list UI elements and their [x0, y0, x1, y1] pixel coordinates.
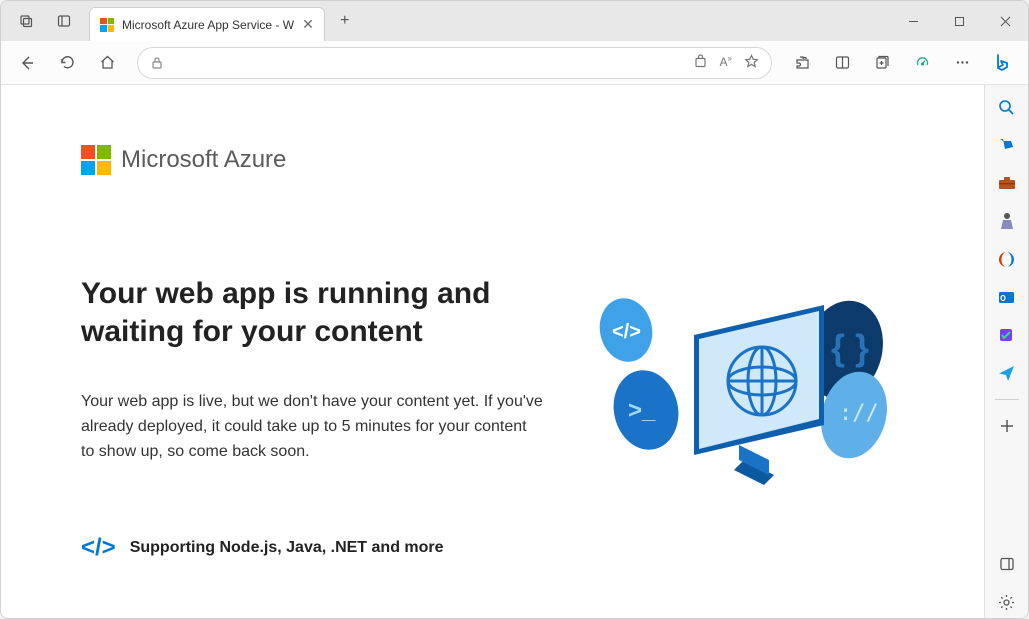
sidebar-settings-icon[interactable]: [991, 586, 1023, 618]
svg-text:://: ://: [839, 401, 879, 426]
sidebar-feedback-icon[interactable]: [991, 319, 1023, 351]
sidebar-hide-icon[interactable]: [991, 548, 1023, 580]
refresh-button[interactable]: [49, 45, 85, 81]
tab-title: Microsoft Azure App Service - W: [122, 18, 294, 32]
page-description: Your web app is live, but we don't have …: [81, 390, 544, 464]
page-content: Microsoft Azure Your web app is running …: [1, 85, 984, 618]
sidebar-tools-icon[interactable]: [991, 167, 1023, 199]
brand-name: Microsoft Azure: [121, 146, 286, 174]
edge-sidebar: [984, 85, 1028, 618]
back-button[interactable]: [9, 45, 45, 81]
lock-icon: [150, 56, 164, 70]
browser-tab[interactable]: Microsoft Azure App Service - W ✕: [89, 7, 325, 41]
tab-actions-icon[interactable]: [9, 4, 43, 38]
maximize-button[interactable]: [936, 1, 982, 41]
svg-text:>_: >_: [628, 397, 656, 424]
support-line: </> Supporting Node.js, Java, .NET and m…: [81, 534, 544, 562]
close-window-button[interactable]: [982, 1, 1028, 41]
code-icon: </>: [81, 534, 116, 562]
page-heading: Your web app is running and waiting for …: [81, 275, 544, 350]
read-aloud-icon[interactable]: A»: [720, 54, 732, 72]
sidebar-office-icon[interactable]: [991, 243, 1023, 275]
extensions-icon[interactable]: [784, 45, 820, 81]
svg-text:{ }: { }: [831, 327, 869, 368]
collections-icon[interactable]: [864, 45, 900, 81]
sidebar-shopping-icon[interactable]: [991, 129, 1023, 161]
brand-logo: Microsoft Azure: [81, 145, 904, 175]
svg-text:</>: </>: [612, 321, 641, 343]
sidebar-send-icon[interactable]: [991, 357, 1023, 389]
minimize-button[interactable]: [890, 1, 936, 41]
new-tab-button[interactable]: +: [331, 7, 359, 35]
close-tab-icon[interactable]: ✕: [302, 16, 314, 33]
microsoft-favicon-icon: [100, 18, 114, 32]
bing-button[interactable]: [984, 45, 1020, 81]
vertical-tabs-icon[interactable]: [47, 4, 81, 38]
support-text: Supporting Node.js, Java, .NET and more: [130, 539, 444, 557]
toolbar: A»: [1, 41, 1028, 85]
sidebar-games-icon[interactable]: [991, 205, 1023, 237]
sidebar-search-icon[interactable]: [991, 91, 1023, 123]
sidebar-add-icon[interactable]: [991, 410, 1023, 442]
favorite-icon[interactable]: [744, 54, 759, 72]
microsoft-logo-icon: [81, 145, 111, 175]
titlebar: Microsoft Azure App Service - W ✕ +: [1, 1, 1028, 41]
split-screen-icon[interactable]: [824, 45, 860, 81]
sidebar-outlook-icon[interactable]: [991, 281, 1023, 313]
address-bar[interactable]: A»: [137, 47, 772, 79]
hero-illustration: { } ://: [584, 275, 904, 495]
performance-icon[interactable]: [904, 45, 940, 81]
more-button[interactable]: [944, 45, 980, 81]
shopping-icon[interactable]: [693, 54, 708, 72]
home-button[interactable]: [89, 45, 125, 81]
